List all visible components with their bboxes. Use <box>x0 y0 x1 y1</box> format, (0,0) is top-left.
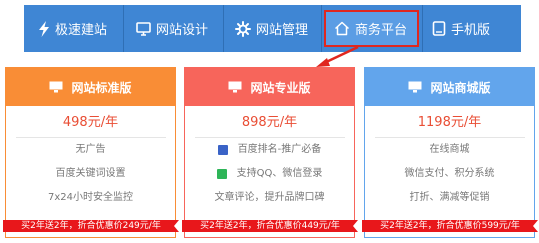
nav-divider <box>321 5 322 52</box>
plan-header: 网站商城版 <box>365 68 534 106</box>
nav-item-site-design[interactable]: 网站设计 <box>136 5 208 52</box>
plan-card-standard: 网站标准版 498元/年 无广告 百度关键词设置 7x24小时安全监控 买2年送… <box>3 67 179 238</box>
plan-feature: 7x24小时安全监控 <box>47 192 133 203</box>
plan-title: 网站专业版 <box>250 80 311 95</box>
monitor-icon <box>136 21 151 36</box>
plan-feature: 支持QQ、微信登录 <box>185 162 354 186</box>
plan-feature: 百度关键词设置 <box>55 168 126 179</box>
nav-item-label: 网站设计 <box>156 23 209 38</box>
nav-divider <box>223 5 224 52</box>
plan-header: 网站标准版 <box>6 68 175 106</box>
nav-item-mobile[interactable]: 手机版 <box>432 5 490 52</box>
nav-item-fast-build[interactable]: 极速建站 <box>38 5 107 52</box>
plan-feature: 在线商城 <box>429 144 470 155</box>
plan-feature: 百度排名-推广必备 <box>185 138 354 162</box>
promo-ribbon[interactable]: 买2年送2年，折合优惠价249元/年 <box>3 220 179 232</box>
baidu-icon <box>217 145 228 155</box>
home-icon <box>334 21 350 36</box>
feature-label: 百度排名-推广必备 <box>237 144 322 155</box>
plan-header: 网站专业版 <box>185 68 354 106</box>
top-nav: 极速建站 网站设计 网站管理 商务平台 手机版 <box>24 5 521 52</box>
plan-feature: 打折、满减等促销 <box>409 192 490 203</box>
nav-item-label: 网站管理 <box>256 23 309 38</box>
lightning-icon <box>39 20 49 37</box>
plan-price: 1198元/年 <box>417 115 482 130</box>
plan-price: 898元/年 <box>241 115 298 130</box>
plan-card-mall: 网站商城版 1198元/年 在线商城 微信支付、积分系统 打折、满减等促销 买2… <box>362 67 538 238</box>
gear-icon <box>235 20 251 37</box>
nav-item-label: 手机版 <box>451 23 491 38</box>
plan-title: 网站商城版 <box>430 80 491 95</box>
monitor-icon <box>49 81 63 93</box>
monitor-icon <box>408 81 422 93</box>
monitor-icon <box>228 81 242 93</box>
phone-icon <box>432 21 446 36</box>
plan-title: 网站标准版 <box>71 80 132 95</box>
plan-price: 498元/年 <box>62 115 119 130</box>
nav-item-business-platform[interactable]: 商务平台 <box>324 10 419 47</box>
plan-feature: 微信支付、积分系统 <box>404 168 495 179</box>
nav-item-label: 极速建站 <box>55 23 108 38</box>
plan-feature: 无广告 <box>75 144 106 155</box>
nav-divider <box>123 5 124 52</box>
wechat-icon <box>216 169 227 179</box>
feature-label: 支持QQ、微信登录 <box>236 168 323 179</box>
nav-item-label: 商务平台 <box>355 23 408 38</box>
nav-item-site-management[interactable]: 网站管理 <box>235 5 308 52</box>
promo-ribbon[interactable]: 买2年送2年，折合优惠价599元/年 <box>362 220 538 232</box>
promo-ribbon[interactable]: 买2年送2年，折合优惠价449元/年 <box>182 220 358 232</box>
plan-card-professional: 网站专业版 898元/年 百度排名-推广必备 支持QQ、微信登录 文章评论，提升… <box>182 67 358 238</box>
nav-divider <box>422 5 423 52</box>
plan-feature: 文章评论，提升品牌口碑 <box>214 192 325 203</box>
